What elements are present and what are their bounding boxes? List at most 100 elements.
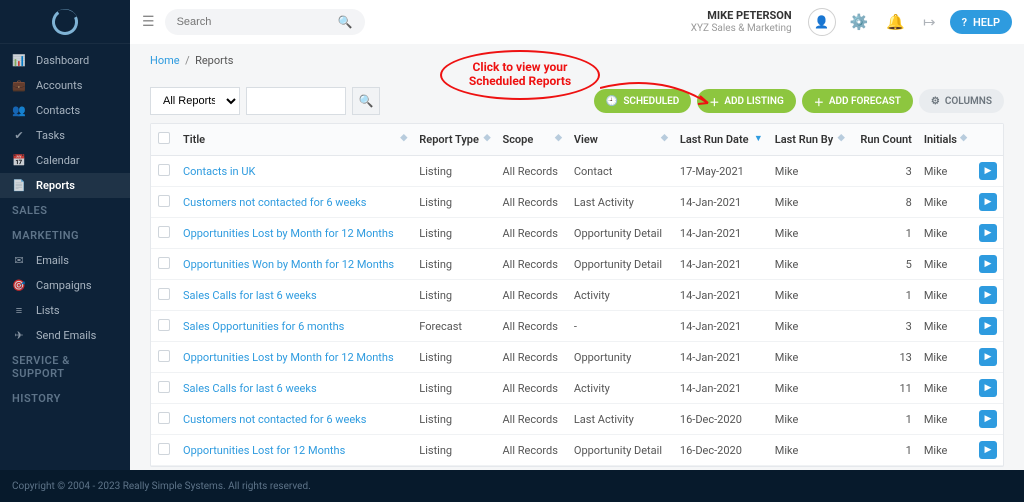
col-scope[interactable]: Scope◆ bbox=[496, 124, 567, 156]
sidebar-item-label: Reports bbox=[36, 179, 75, 192]
cell-scope: All Records bbox=[496, 373, 567, 404]
report-title-link[interactable]: Sales Calls for last 6 weeks bbox=[183, 289, 317, 302]
sidebar-item-calendar[interactable]: 📅Calendar bbox=[0, 148, 130, 173]
cell-count: 13 bbox=[851, 342, 918, 373]
cell-initials: Mike bbox=[918, 280, 973, 311]
table-row: Customers not contacted for 6 weeksListi… bbox=[151, 404, 1003, 435]
sidebar-item-label: Send Emails bbox=[36, 329, 96, 342]
col-last-run-date[interactable]: Last Run Date▼ bbox=[674, 124, 769, 156]
sidebar-item-accounts[interactable]: 💼Accounts bbox=[0, 73, 130, 98]
bell-icon[interactable]: 🔔 bbox=[882, 13, 909, 31]
sidebar-item-emails[interactable]: ✉Emails bbox=[0, 248, 130, 273]
cell-date: 14-Jan-2021 bbox=[674, 342, 769, 373]
sidebar-item-reports[interactable]: 📄Reports bbox=[0, 173, 130, 198]
avatar[interactable]: 👤 bbox=[808, 8, 836, 36]
report-filter-select[interactable]: All Reports bbox=[150, 87, 240, 115]
col-title[interactable]: Title◆ bbox=[177, 124, 413, 156]
run-report-button[interactable]: ▶ bbox=[979, 255, 997, 273]
table-row: Sales Calls for last 6 weeksListingAll R… bbox=[151, 280, 1003, 311]
cell-scope: All Records bbox=[496, 218, 567, 249]
col-report-type[interactable]: Report Type◆ bbox=[413, 124, 496, 156]
cell-type: Listing bbox=[413, 435, 496, 466]
run-report-button[interactable]: ▶ bbox=[979, 286, 997, 304]
row-checkbox[interactable] bbox=[158, 319, 170, 331]
target-icon: 🎯 bbox=[12, 279, 26, 292]
nav-header: SALES bbox=[0, 198, 130, 223]
report-title-link[interactable]: Contacts in UK bbox=[183, 165, 255, 178]
report-title-link[interactable]: Opportunities Lost by Month for 12 Month… bbox=[183, 227, 394, 240]
cell-scope: All Records bbox=[496, 404, 567, 435]
calendar-icon: 📅 bbox=[12, 154, 26, 167]
breadcrumb-home[interactable]: Home bbox=[150, 54, 180, 67]
run-report-button[interactable]: ▶ bbox=[979, 224, 997, 242]
cell-type: Listing bbox=[413, 342, 496, 373]
cell-initials: Mike bbox=[918, 342, 973, 373]
cell-by: Mike bbox=[769, 404, 851, 435]
search-input[interactable] bbox=[177, 16, 338, 28]
sidebar-item-campaigns[interactable]: 🎯Campaigns bbox=[0, 273, 130, 298]
report-title-link[interactable]: Opportunities Lost by Month for 12 Month… bbox=[183, 351, 394, 364]
run-report-button[interactable]: ▶ bbox=[979, 348, 997, 366]
scheduled-button[interactable]: 🕘 SCHEDULED bbox=[594, 89, 691, 113]
cell-type: Listing bbox=[413, 280, 496, 311]
cell-date: 14-Jan-2021 bbox=[674, 311, 769, 342]
columns-button[interactable]: ⚙ COLUMNS bbox=[919, 89, 1004, 113]
logout-icon[interactable]: ↦ bbox=[919, 13, 940, 31]
user-info[interactable]: MIKE PETERSON XYZ Sales & Marketing bbox=[691, 10, 792, 33]
sidebar-item-tasks[interactable]: ✔Tasks bbox=[0, 123, 130, 148]
run-report-button[interactable]: ▶ bbox=[979, 162, 997, 180]
sidebar-item-lists[interactable]: ≡Lists bbox=[0, 298, 130, 323]
row-checkbox[interactable] bbox=[158, 257, 170, 269]
report-title-link[interactable]: Sales Calls for last 6 weeks bbox=[183, 382, 317, 395]
nav-header: MARKETING bbox=[0, 223, 130, 248]
help-button[interactable]: ? HELP bbox=[950, 10, 1012, 34]
nav-header: HISTORY bbox=[0, 386, 130, 411]
col-last-run-by[interactable]: Last Run By◆ bbox=[769, 124, 851, 156]
table-row: Opportunities Won by Month for 12 Months… bbox=[151, 249, 1003, 280]
report-title-link[interactable]: Customers not contacted for 6 weeks bbox=[183, 413, 366, 426]
run-report-button[interactable]: ▶ bbox=[979, 193, 997, 211]
report-title-link[interactable]: Opportunities Won by Month for 12 Months bbox=[183, 258, 394, 271]
logo-area bbox=[0, 0, 130, 44]
report-title-link[interactable]: Customers not contacted for 6 weeks bbox=[183, 196, 366, 209]
copyright: Copyright © 2004 - 2023 Really Simple Sy… bbox=[12, 481, 311, 492]
row-checkbox[interactable] bbox=[158, 412, 170, 424]
list-icon: ≡ bbox=[12, 304, 26, 317]
clock-icon: 🕘 bbox=[606, 96, 618, 107]
hamburger-icon[interactable]: ☰ bbox=[142, 14, 155, 30]
sidebar-item-send-emails[interactable]: ✈Send Emails bbox=[0, 323, 130, 348]
cell-initials: Mike bbox=[918, 156, 973, 187]
row-checkbox[interactable] bbox=[158, 226, 170, 238]
settings-icon[interactable]: ⚙️ bbox=[846, 13, 873, 31]
col-view[interactable]: View◆ bbox=[568, 124, 674, 156]
run-report-button[interactable]: ▶ bbox=[979, 410, 997, 428]
row-checkbox[interactable] bbox=[158, 350, 170, 362]
cell-date: 16-Dec-2020 bbox=[674, 435, 769, 466]
run-report-button[interactable]: ▶ bbox=[979, 317, 997, 335]
add-forecast-button[interactable]: ＋ ADD FORECAST bbox=[802, 89, 913, 113]
col-initials[interactable]: Initials◆ bbox=[918, 124, 973, 156]
sidebar-item-contacts[interactable]: 👥Contacts bbox=[0, 98, 130, 123]
cell-type: Listing bbox=[413, 373, 496, 404]
filter-search-input[interactable] bbox=[246, 87, 346, 115]
sidebar-item-dashboard[interactable]: 📊Dashboard bbox=[0, 48, 130, 73]
row-checkbox[interactable] bbox=[158, 195, 170, 207]
table-row: Opportunities Lost by Month for 12 Month… bbox=[151, 342, 1003, 373]
report-title-link[interactable]: Opportunities Lost for 12 Months bbox=[183, 444, 345, 457]
filter-search-button[interactable]: 🔍 bbox=[352, 87, 380, 115]
run-report-button[interactable]: ▶ bbox=[979, 441, 997, 459]
run-report-button[interactable]: ▶ bbox=[979, 379, 997, 397]
row-checkbox[interactable] bbox=[158, 164, 170, 176]
report-title-link[interactable]: Sales Opportunities for 6 months bbox=[183, 320, 344, 333]
row-checkbox[interactable] bbox=[158, 381, 170, 393]
col-run-count[interactable]: Run Count bbox=[851, 124, 918, 156]
select-all-checkbox[interactable] bbox=[158, 132, 170, 144]
cell-view: Last Activity bbox=[568, 404, 674, 435]
row-checkbox[interactable] bbox=[158, 443, 170, 455]
cell-initials: Mike bbox=[918, 373, 973, 404]
question-icon: ? bbox=[962, 16, 967, 29]
global-search[interactable]: 🔍 bbox=[165, 9, 365, 35]
add-listing-button[interactable]: ＋ ADD LISTING bbox=[697, 89, 796, 113]
row-checkbox[interactable] bbox=[158, 288, 170, 300]
topbar: ☰ 🔍 MIKE PETERSON XYZ Sales & Marketing … bbox=[130, 0, 1024, 44]
